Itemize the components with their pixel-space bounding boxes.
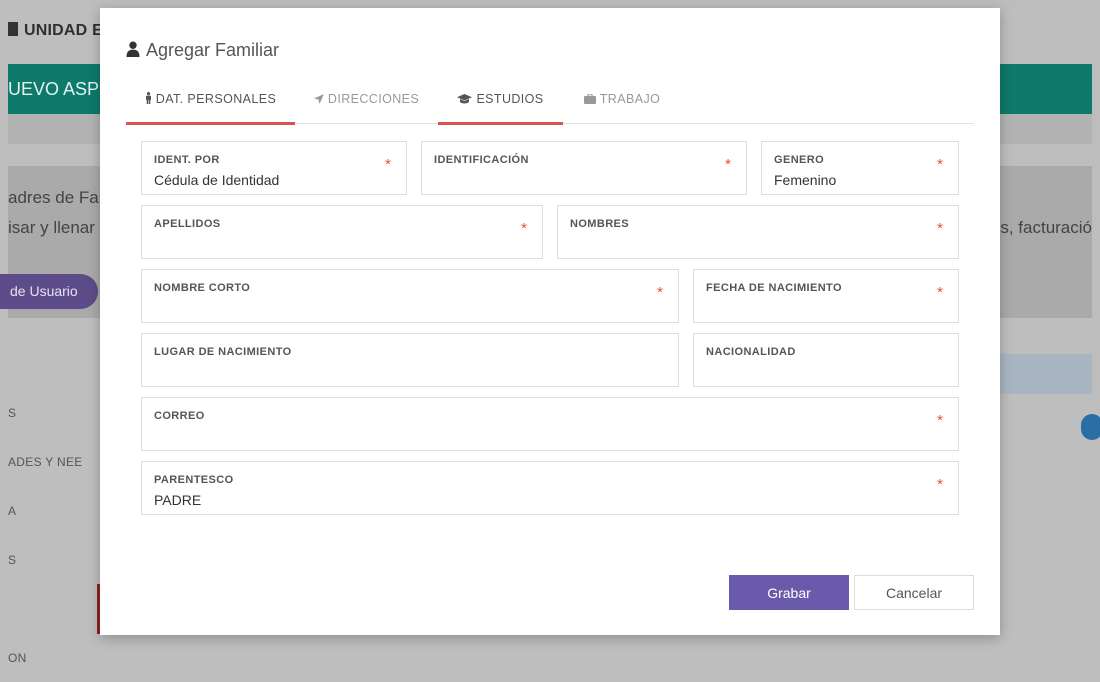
modal-title: Agregar Familiar [126, 40, 279, 62]
field-label: NOMBRES [570, 218, 630, 230]
info-text-line1: adres de Fam [8, 188, 113, 207]
side-item: S [8, 553, 17, 567]
side-item: A [8, 504, 17, 518]
field-label: CORREO [154, 410, 205, 422]
tab-bar: DAT. PERSONALES DIRECCIONES ESTUDIOS TRA… [126, 84, 974, 125]
nacionalidad-input[interactable]: NACIONALIDAD [693, 333, 959, 387]
apellidos-input[interactable]: APELLIDOS * [141, 205, 543, 259]
field-label: GENERO [774, 154, 825, 166]
tab-label: ESTUDIOS [476, 92, 544, 106]
info-text-right: s, facturació [1000, 218, 1092, 237]
info-text-line2: isar y llenar [8, 218, 95, 237]
lugar-nacimiento-input[interactable]: LUGAR DE NACIMIENTO [141, 333, 679, 387]
required-mark: * [657, 284, 663, 301]
tab-estudios[interactable]: ESTUDIOS [438, 84, 563, 125]
required-mark: * [937, 412, 943, 429]
field-value: Cédula de Identidad [154, 172, 280, 188]
field-label: NOMBRE CORTO [154, 282, 251, 294]
field-label: APELLIDOS [154, 218, 221, 230]
background-blue-bar [999, 354, 1092, 394]
add-family-modal: Agregar Familiar DAT. PERSONALES DIRECCI… [100, 8, 1000, 635]
app-title: UNIDAD E [8, 22, 103, 40]
field-label: NACIONALIDAD [706, 346, 796, 358]
location-arrow-icon [313, 93, 324, 107]
field-label: PARENTESCO [154, 474, 234, 486]
genero-select[interactable]: GENERO * Femenino [761, 141, 959, 195]
identificacion-input[interactable]: IDENTIFICACIÓN * [421, 141, 747, 195]
required-mark: * [725, 156, 731, 173]
parentesco-select[interactable]: PARENTESCO * PADRE [141, 461, 959, 515]
tab-direcciones[interactable]: DIRECCIONES [295, 84, 438, 125]
save-button[interactable]: Grabar [729, 575, 849, 610]
tab-label: DIRECCIONES [327, 92, 420, 106]
tab-trabajo[interactable]: TRABAJO [563, 84, 681, 125]
field-label: IDENT. POR [154, 154, 220, 166]
user-icon [126, 41, 140, 62]
side-item: ON [8, 651, 27, 665]
nombres-input[interactable]: NOMBRES * [557, 205, 959, 259]
fecha-nacimiento-input[interactable]: FECHA DE NACIMIENTO * [693, 269, 959, 323]
required-mark: * [937, 284, 943, 301]
graduation-cap-icon [457, 93, 473, 107]
tab-label: DAT. PERSONALES [155, 92, 277, 106]
field-label: FECHA DE NACIMIENTO [706, 282, 842, 294]
nombre-corto-input[interactable]: NOMBRE CORTO * [141, 269, 679, 323]
app-title-text: UNIDAD E [24, 22, 103, 39]
user-button: de Usuario [0, 274, 98, 309]
required-mark: * [937, 476, 943, 493]
correo-input[interactable]: CORREO * [141, 397, 959, 451]
building-icon [8, 22, 18, 36]
required-mark: * [521, 220, 527, 237]
ident-por-select[interactable]: IDENT. POR * Cédula de Identidad [141, 141, 407, 195]
side-item: S [8, 406, 17, 420]
briefcase-icon [583, 93, 596, 107]
modal-title-text: Agregar Familiar [146, 40, 280, 60]
required-mark: * [385, 156, 391, 173]
side-item: ADES Y NEE [8, 455, 83, 469]
cancel-button[interactable]: Cancelar [854, 575, 974, 610]
tab-dat-personales[interactable]: DAT. PERSONALES [126, 84, 295, 125]
field-label: LUGAR DE NACIMIENTO [154, 346, 292, 358]
field-label: IDENTIFICACIÓN [434, 154, 529, 166]
person-standing-icon [145, 92, 152, 107]
field-value: PADRE [154, 492, 202, 508]
required-mark: * [937, 220, 943, 237]
tab-label: TRABAJO [599, 92, 661, 106]
required-mark: * [937, 156, 943, 173]
background-blue-dot [1081, 414, 1100, 440]
field-value: Femenino [774, 172, 837, 188]
